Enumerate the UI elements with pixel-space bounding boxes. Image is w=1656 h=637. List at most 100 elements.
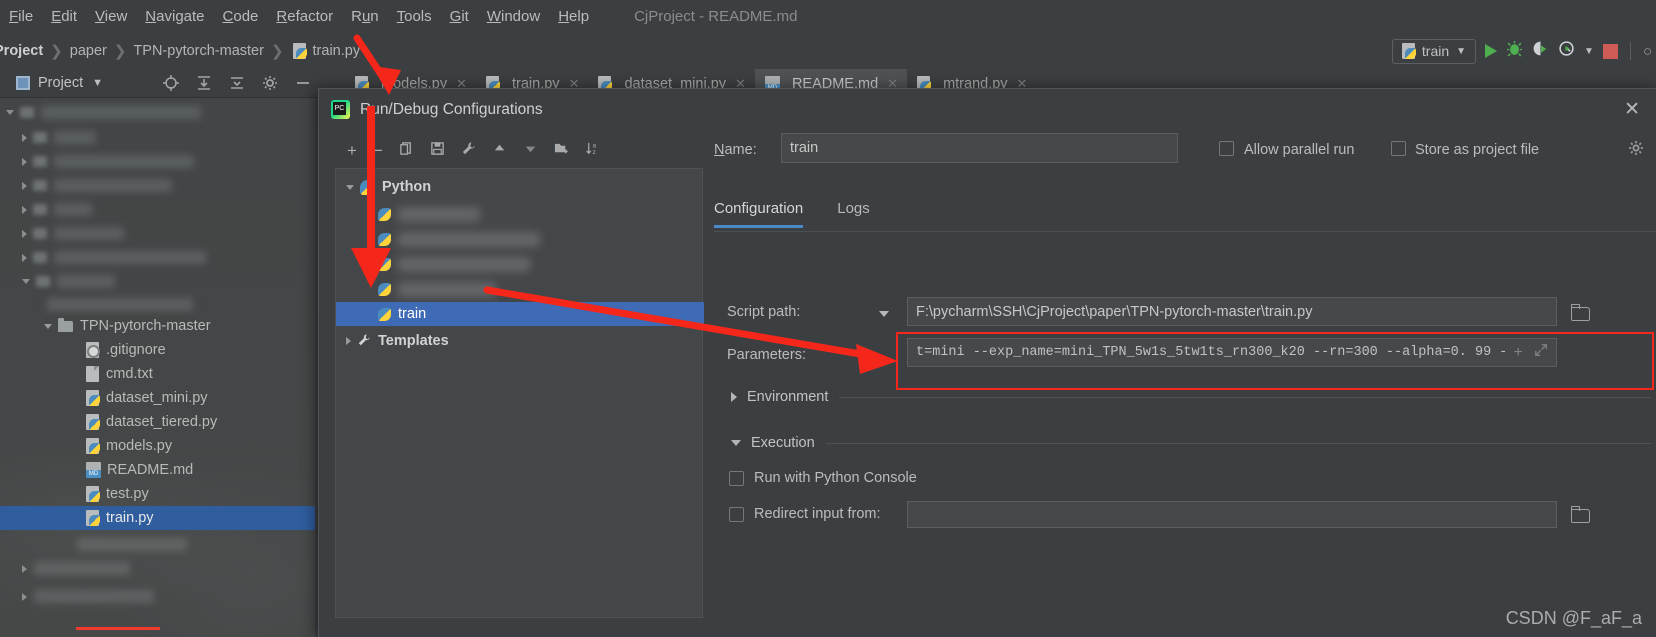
- blurred-tree-row[interactable]: [22, 131, 96, 144]
- blurred-tree-row[interactable]: [40, 298, 193, 311]
- blurred-tree-row[interactable]: [22, 179, 172, 192]
- chevron-right-icon[interactable]: [22, 592, 27, 601]
- chevron-right-icon[interactable]: [22, 157, 27, 166]
- script-path-input[interactable]: F:\pycharm\SSH\CjProject\paper\TPN-pytor…: [907, 297, 1557, 326]
- chevron-down-icon[interactable]: ▼: [1456, 46, 1466, 57]
- chevron-right-icon[interactable]: [22, 253, 27, 262]
- tree-item-readme-md[interactable]: README.md: [0, 458, 193, 482]
- allow-parallel-run-checkbox[interactable]: [1219, 141, 1234, 156]
- config-tree-group-python[interactable]: Python: [336, 175, 704, 199]
- add-icon[interactable]: +: [347, 142, 357, 159]
- blurred-tree-row[interactable]: [22, 275, 115, 288]
- tree-item-dataset-tiered[interactable]: dataset_tiered.py: [0, 410, 217, 434]
- gear-icon[interactable]: [262, 75, 278, 91]
- config-tree-item-blurred[interactable]: [336, 227, 704, 251]
- browse-redirect-input-button[interactable]: [1571, 506, 1590, 523]
- chevron-down-icon[interactable]: [731, 440, 741, 446]
- chevron-down-icon[interactable]: [6, 110, 14, 115]
- tree-item-models-py[interactable]: models.py: [0, 434, 172, 458]
- menu-item-code[interactable]: Code: [214, 0, 268, 33]
- stop-button[interactable]: [1602, 43, 1618, 59]
- run-configuration-selector[interactable]: train ▼: [1391, 38, 1477, 64]
- sort-alphabetically-icon[interactable]: az: [585, 141, 600, 159]
- blurred-tree-row[interactable]: [22, 203, 92, 216]
- blurred-tree-row[interactable]: [22, 251, 206, 264]
- redirect-input-from-input[interactable]: [907, 501, 1557, 528]
- locate-icon[interactable]: [163, 75, 180, 91]
- chevron-right-icon[interactable]: [22, 205, 27, 214]
- menu-item-refactor[interactable]: Refactor: [267, 0, 342, 33]
- name-input[interactable]: train: [781, 133, 1178, 163]
- settings-gear-icon[interactable]: [1628, 140, 1644, 160]
- edit-templates-icon[interactable]: [461, 141, 476, 159]
- tree-item-test-py[interactable]: test.py: [0, 482, 149, 506]
- close-icon[interactable]: ✕: [1624, 100, 1640, 119]
- tab-configuration[interactable]: Configuration: [714, 200, 804, 228]
- tree-item-dataset-mini[interactable]: dataset_mini.py: [0, 386, 208, 410]
- expand-all-icon[interactable]: [196, 75, 212, 91]
- menu-item-navigate[interactable]: Navigate: [136, 0, 213, 33]
- copy-icon[interactable]: [399, 141, 414, 159]
- redirect-input-from-label[interactable]: Redirect input from:: [754, 506, 881, 522]
- coverage-button[interactable]: [1532, 40, 1549, 62]
- blurred-tree-row[interactable]: [22, 590, 154, 603]
- blurred-tree-row[interactable]: [22, 227, 124, 240]
- menu-item-window[interactable]: Window: [478, 0, 549, 33]
- config-tree-group-templates[interactable]: Templates: [336, 329, 704, 353]
- chevron-right-icon[interactable]: [731, 392, 737, 402]
- menu-item-file[interactable]: File: [0, 0, 42, 33]
- move-down-icon[interactable]: [523, 141, 538, 159]
- tree-item-cmd-txt[interactable]: cmd.txt: [0, 362, 153, 386]
- tree-item-gitignore[interactable]: .gitignore: [0, 338, 166, 362]
- chevron-down-icon[interactable]: [22, 279, 30, 284]
- tab-logs[interactable]: Logs: [837, 200, 870, 228]
- move-up-icon[interactable]: [492, 141, 507, 159]
- tree-item-train-py[interactable]: train.py: [0, 506, 315, 530]
- hide-icon[interactable]: [295, 75, 311, 91]
- store-as-project-file-checkbox[interactable]: [1391, 141, 1406, 156]
- menu-item-edit[interactable]: Edit: [42, 0, 86, 33]
- breadcrumb-item-project[interactable]: Project: [0, 43, 43, 59]
- chevron-down-icon[interactable]: [44, 323, 52, 329]
- run-with-python-console-checkbox[interactable]: [729, 471, 744, 486]
- menu-item-git[interactable]: Git: [441, 0, 478, 33]
- menu-item-view[interactable]: View: [86, 0, 136, 33]
- menu-item-tools[interactable]: Tools: [388, 0, 441, 33]
- chevron-right-icon[interactable]: [22, 564, 27, 573]
- chevron-right-icon[interactable]: [346, 337, 351, 345]
- chevron-right-icon[interactable]: [22, 181, 27, 190]
- chevron-down-icon[interactable]: ▼: [92, 77, 103, 89]
- collapse-all-icon[interactable]: [229, 75, 245, 91]
- chevron-right-icon[interactable]: [22, 133, 27, 142]
- menu-item-help[interactable]: Help: [549, 0, 598, 33]
- insert-macro-icon[interactable]: +: [1513, 344, 1523, 362]
- debug-button[interactable]: [1506, 40, 1523, 62]
- profile-button[interactable]: [1558, 40, 1575, 62]
- project-toolwindow-label[interactable]: Project: [38, 75, 83, 91]
- expand-editor-icon[interactable]: [1534, 343, 1548, 362]
- chevron-down-icon[interactable]: ▼: [1584, 46, 1594, 57]
- environment-section-header[interactable]: Environment: [731, 389, 1651, 405]
- config-tree-item-blurred[interactable]: [336, 202, 704, 226]
- breadcrumb-item-trainpy[interactable]: train.py: [313, 43, 361, 59]
- config-tree-item-train[interactable]: train: [336, 302, 704, 326]
- search-icon[interactable]: ○: [1643, 43, 1652, 60]
- chevron-down-icon[interactable]: [879, 311, 889, 317]
- parameters-input[interactable]: t=mini --exp_name=mini_TPN_5w1s_5tw1ts_r…: [907, 338, 1557, 367]
- menu-item-run[interactable]: Run: [342, 0, 388, 33]
- blurred-tree-row[interactable]: [6, 106, 201, 119]
- blurred-tree-row[interactable]: [22, 562, 130, 575]
- chevron-right-icon[interactable]: [22, 229, 27, 238]
- breadcrumb-item-paper[interactable]: paper: [70, 43, 107, 59]
- execution-section-header[interactable]: Execution: [731, 435, 1651, 451]
- remove-icon[interactable]: −: [373, 142, 383, 159]
- blurred-tree-row[interactable]: [22, 155, 194, 168]
- allow-parallel-run-label[interactable]: Allow parallel run: [1244, 142, 1354, 158]
- save-icon[interactable]: [430, 141, 445, 159]
- run-button[interactable]: [1485, 44, 1498, 58]
- new-folder-icon[interactable]: [554, 141, 569, 159]
- breadcrumb-item-tpn[interactable]: TPN-pytorch-master: [133, 43, 264, 59]
- chevron-down-icon[interactable]: [346, 184, 354, 190]
- browse-script-path-button[interactable]: [1571, 304, 1590, 321]
- blurred-tree-row[interactable]: [70, 538, 187, 551]
